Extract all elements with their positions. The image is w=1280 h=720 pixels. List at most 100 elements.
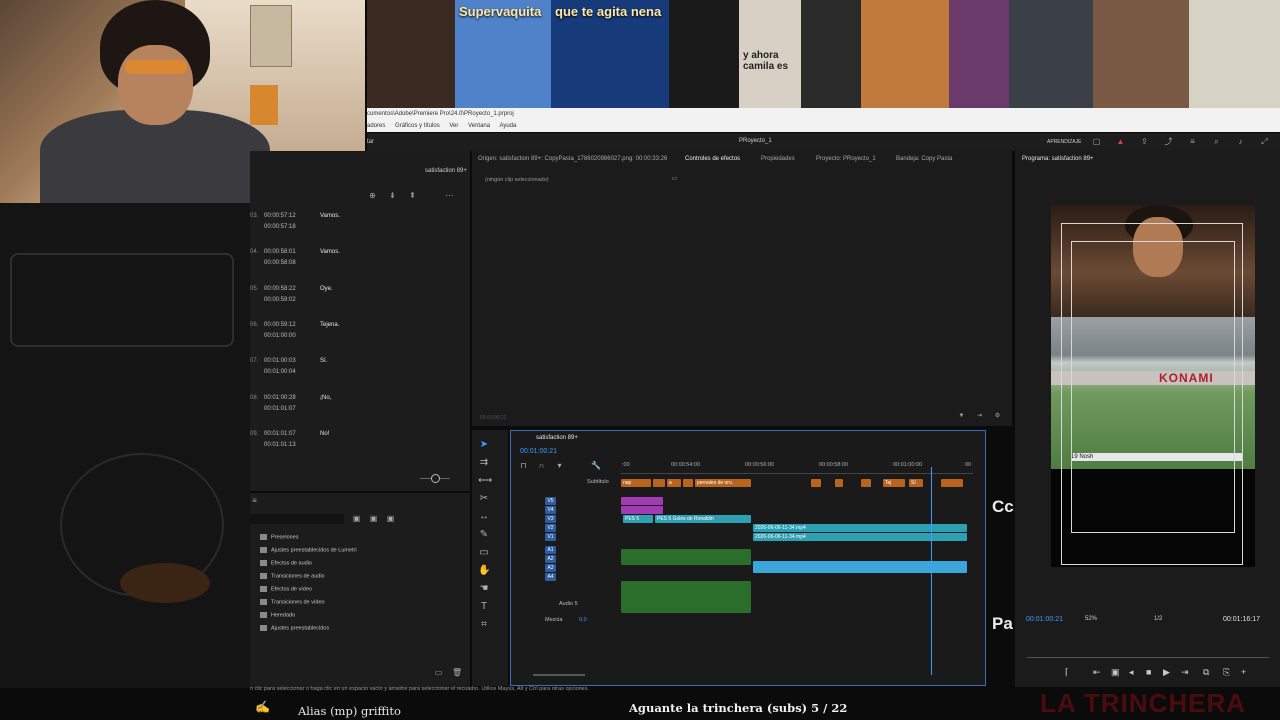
track-v5[interactable]: V5 [545, 497, 556, 505]
add-button-icon[interactable]: + [1241, 667, 1246, 677]
program-tab[interactable]: Programa: satisfaction 89+ [1022, 156, 1094, 162]
search-icon[interactable]: ⌕ [1212, 137, 1221, 146]
thumbnail[interactable] [861, 0, 949, 108]
thumbnail[interactable] [1189, 0, 1280, 108]
tab-effect-controls[interactable]: Controles de efectos [685, 156, 740, 162]
subtitle-clip[interactable]: Tej [883, 479, 905, 487]
audio-icon[interactable]: ♪ [1236, 137, 1245, 146]
split-caption-icon[interactable]: ⇟ [388, 191, 397, 200]
slider-handle[interactable] [431, 474, 440, 483]
menu-item[interactable]: Ver [449, 123, 458, 129]
workspace-learning[interactable]: APRENDIZAJE [1047, 139, 1081, 145]
filter-icon[interactable]: ▼ [957, 412, 966, 421]
track-select-icon[interactable]: ⇉ [478, 457, 490, 469]
subtitle-clip[interactable] [683, 479, 693, 487]
effects-folder[interactable]: Efectos de vídeo [260, 586, 312, 592]
selection-tool-icon[interactable]: ➤ [478, 439, 490, 451]
track-a3[interactable]: A3 [545, 564, 556, 572]
razor-tool-icon[interactable]: ✂ [478, 493, 490, 505]
menu-item[interactable]: Ventana [468, 123, 490, 129]
track-a1[interactable]: A1 [545, 546, 556, 554]
subtitle-clip[interactable] [835, 479, 843, 487]
effects-search-input[interactable] [250, 514, 344, 524]
subtitle-clip[interactable]: a [667, 479, 681, 487]
menu-item[interactable]: adores [367, 123, 385, 129]
captions-tab[interactable]: satisfaction 89+ [425, 168, 467, 174]
subtitle-clip[interactable] [811, 479, 821, 487]
linked-selection-icon[interactable]: ∩ [537, 461, 546, 470]
mark-in-icon[interactable]: ⌈ [1065, 667, 1069, 678]
subtitle-clip[interactable]: Sí [909, 479, 923, 487]
rectangle-tool-icon[interactable]: ▭ [478, 547, 490, 559]
caption-row[interactable]: 04. 00:00:58:01 00:00:58:08 Vamos. [250, 243, 465, 279]
track-a2[interactable]: A2 [545, 555, 556, 563]
hand-tool-icon[interactable]: ✋ [478, 565, 490, 577]
panel-toggle-icon[interactable]: ▭ [670, 175, 679, 184]
yuv-icon[interactable]: ▣ [369, 514, 378, 523]
caption-row[interactable]: 09. 00:01:01:07 00:01:01:13 No! [250, 425, 465, 461]
new-bin-icon[interactable]: ▣ [352, 514, 361, 523]
type-tool-icon[interactable]: T [478, 601, 490, 613]
hamburger-menu-icon[interactable]: ≡ [1188, 137, 1197, 146]
play-icon[interactable]: ▶ [1163, 667, 1170, 678]
marker-icon[interactable]: ▾ [555, 461, 564, 470]
tab-source[interactable]: Origen: satisfaction 89+: CopyPasta_1786… [478, 156, 667, 162]
accelerated-icon[interactable]: ▣ [386, 514, 395, 523]
pen-tool-icon[interactable]: ✎ [478, 529, 490, 541]
merge-caption-icon[interactable]: ⇞ [408, 191, 417, 200]
playhead[interactable] [931, 467, 932, 675]
effects-folder[interactable]: Transiciones de vídeo [260, 599, 325, 605]
effects-folder[interactable]: Ajustes preestablecidos de Lumetri [260, 547, 357, 553]
caption-row[interactable]: 06. 00:00:59:12 00:01:00:00 Tejena. [250, 316, 465, 352]
step-back-icon[interactable]: ⇤ [1093, 667, 1101, 678]
thumbnail[interactable] [367, 0, 455, 108]
track-v4[interactable]: V4 [545, 506, 556, 514]
settings-icon[interactable]: ⚙ [993, 412, 1002, 421]
track-v3[interactable]: V3 [545, 515, 556, 523]
caption-row[interactable]: 08. 00:01:00:28 00:01:01:07 ¡No, [250, 389, 465, 425]
export-frame-icon[interactable]: ⇥ [975, 412, 984, 421]
sequence-tab[interactable]: satisfaction 89+ [536, 435, 578, 441]
share-icon[interactable]: ⇪ [1140, 137, 1149, 146]
video-clip-v3[interactable]: PES 6 [623, 515, 653, 523]
video-clip-v5[interactable] [621, 497, 663, 505]
effects-folder[interactable]: Transiciones de audio [260, 573, 325, 579]
zoom-select[interactable]: 52% [1085, 616, 1097, 622]
effects-folder[interactable]: Ajustes preestablecidos [260, 625, 329, 631]
slip-tool-icon[interactable]: ↔ [478, 511, 490, 523]
insert-icon[interactable]: ⎘ [1223, 667, 1230, 678]
timeline-timecode[interactable]: 00:01:00:21 [520, 448, 557, 455]
snap-icon[interactable]: ⊓ [519, 461, 528, 470]
menu-item[interactable]: Ayuda [499, 123, 516, 129]
subtitle-clip[interactable] [653, 479, 665, 487]
subtitle-clip[interactable] [861, 479, 871, 487]
thumbnail[interactable] [669, 0, 739, 108]
export-frame-icon[interactable]: ▣ [1111, 667, 1120, 678]
folder-icon[interactable]: ▭ [434, 668, 443, 677]
warning-icon[interactable]: ▲ [1116, 137, 1125, 146]
track-v2[interactable]: V2 [545, 524, 556, 532]
program-preview[interactable]: KONAMI 19 Nosh [1051, 205, 1255, 567]
tab-bin[interactable]: Bandeja: Copy Pasta [896, 156, 952, 162]
thumbnail[interactable]: que te agita nena [551, 0, 669, 108]
thumbnail[interactable]: y ahora camila es [739, 0, 801, 108]
video-clip-v4[interactable] [621, 506, 663, 514]
menu-item[interactable]: Gráficos y títulos [395, 123, 440, 129]
effects-folder[interactable]: Heredado [260, 612, 295, 618]
audio-clip-a2[interactable] [753, 561, 967, 573]
step-forward-icon[interactable]: ⇥ [1181, 667, 1189, 678]
video-clip-v1[interactable]: 2026-06-06-11-34.mp4 [753, 533, 967, 541]
timeline-scrollbar[interactable] [533, 674, 585, 676]
captions-zoom-slider[interactable] [420, 474, 450, 483]
video-clip-v3[interactable]: PES 6 Goles de Ronaldin [655, 515, 751, 523]
effects-folder[interactable]: Efectos de audio [260, 560, 312, 566]
video-clip-v2[interactable]: 2026-06-06-11-34.mp4 [753, 524, 967, 532]
thumbnail[interactable] [1093, 0, 1189, 108]
time-ruler[interactable] [621, 473, 973, 474]
track-v1[interactable]: V1 [545, 533, 556, 541]
thumbnail[interactable] [949, 0, 1009, 108]
fullscreen-icon[interactable]: ⤢ [1260, 137, 1269, 146]
subtitle-clip[interactable] [941, 479, 963, 487]
effects-tab-icon[interactable]: ≡ [250, 496, 259, 505]
tab-properties[interactable]: Propiedades [761, 156, 795, 162]
